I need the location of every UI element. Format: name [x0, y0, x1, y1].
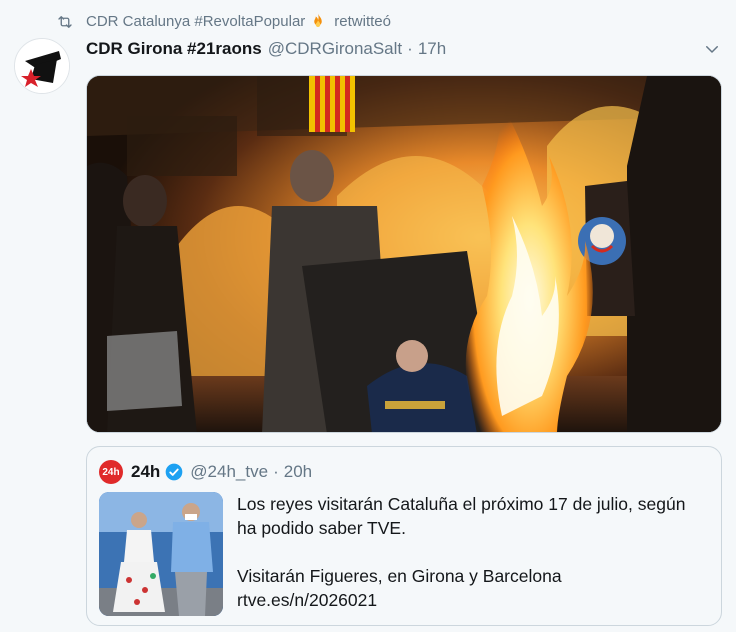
quoted-timestamp[interactable]: 20h	[284, 462, 312, 482]
retweet-icon	[58, 16, 72, 28]
retweet-suffix: retwitteó	[334, 12, 391, 30]
quoted-text-line: Visitarán Figueres, en Girona y Barcelon…	[237, 566, 562, 586]
burning-photo-image	[87, 76, 721, 432]
quoted-text-line: Los reyes visitarán Cataluña el próximo …	[237, 494, 686, 514]
quoted-avatar[interactable]: 24h	[99, 460, 123, 484]
tweet-media-photo[interactable]	[86, 75, 722, 433]
quoted-tweet[interactable]: 24h 24h @24h_tve · 20h Los reyes visitar…	[86, 446, 722, 626]
quoted-avatar-text: 24h	[102, 466, 120, 478]
author-display-name[interactable]: CDR Girona #21raons	[86, 39, 262, 59]
retweeter-name[interactable]: CDR Catalunya #RevoltaPopular	[86, 13, 305, 30]
quoted-tweet-text: Los reyes visitarán Cataluña el próximo …	[237, 492, 717, 612]
quoted-media-thumbnail[interactable]	[99, 492, 223, 616]
tweet[interactable]: CDR Catalunya #RevoltaPopular retwitteó …	[0, 0, 736, 632]
quoted-separator-dot: ·	[273, 462, 279, 481]
quoted-handle[interactable]: @24h_tve	[190, 462, 268, 482]
avatar-logo-icon	[15, 39, 69, 93]
royals-photo-image	[99, 492, 223, 616]
separator-dot: ·	[407, 39, 413, 58]
verified-badge-icon	[165, 463, 183, 481]
chevron-down-icon[interactable]	[703, 40, 721, 58]
author-handle[interactable]: @CDRGironaSalt	[268, 39, 402, 59]
author-avatar[interactable]	[14, 38, 70, 94]
quoted-link[interactable]: rtve.es/n/2026021	[237, 588, 717, 612]
tweet-timestamp[interactable]: 17h	[418, 39, 446, 59]
quoted-text-line: ha podido saber TVE.	[237, 518, 406, 538]
fire-emoji-icon	[314, 13, 323, 27]
retweet-context: CDR Catalunya #RevoltaPopular retwitteó	[86, 12, 391, 30]
tweet-header: CDR Girona #21raons @CDRGironaSalt · 17h	[86, 37, 446, 61]
quoted-display-name[interactable]: 24h	[131, 462, 160, 482]
quoted-tweet-header: 24h 24h @24h_tve · 20h	[99, 460, 312, 484]
